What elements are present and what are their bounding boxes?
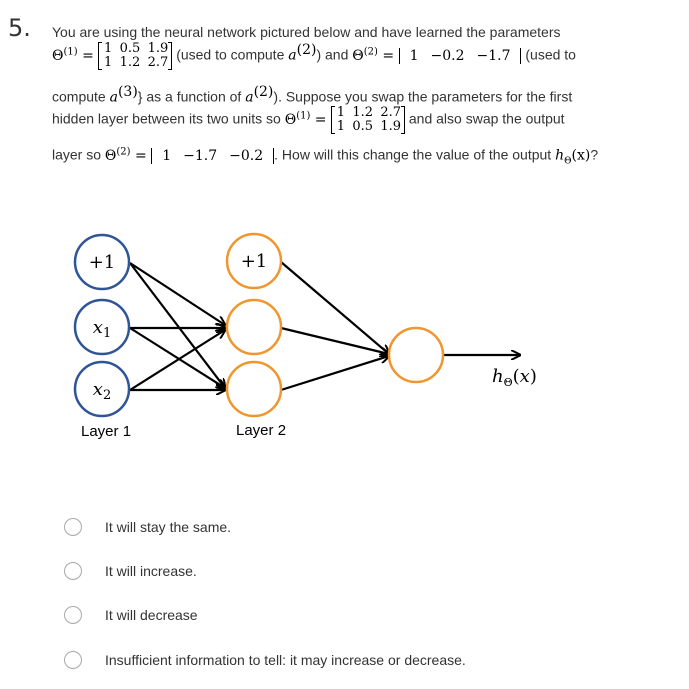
layer2-node-bias-label: +1 [241,251,268,272]
radio-button[interactable] [64,518,82,536]
output-node [387,326,445,384]
option-decrease[interactable]: It will decrease [64,606,198,624]
option-increase[interactable]: It will increase. [64,562,197,580]
layer2-label: Layer 2 [236,422,286,439]
option-stay-same[interactable]: It will stay the same. [64,518,231,536]
layer2-node-h1 [225,298,283,356]
option-label[interactable]: Insufficient information to tell: it may… [105,652,466,668]
option-insufficient-info[interactable]: Insufficient information to tell: it may… [64,651,466,669]
option-label[interactable]: It will stay the same. [105,519,231,535]
edge-l1bias-h2 [129,262,225,388]
option-label[interactable]: It will increase. [105,563,197,579]
neural-network-diagram: +1 x1 x2 +1 hΘ(x) Layer 1 Layer 2 [73,232,537,440]
edge-l1bias-h1 [129,262,225,325]
edge-x2-h1 [129,330,225,391]
edge-h2-out [280,356,389,392]
layer1-label: Layer 1 [81,423,131,440]
output-label: hΘ(x) [492,366,537,389]
radio-button[interactable] [64,606,82,624]
edge-x1-h2 [129,327,225,388]
layer1-node-bias-label: +1 [89,252,116,273]
layer2-node-h2 [225,360,283,418]
radio-button[interactable] [64,562,82,580]
radio-button[interactable] [64,651,82,669]
option-label[interactable]: It will decrease [105,607,198,623]
